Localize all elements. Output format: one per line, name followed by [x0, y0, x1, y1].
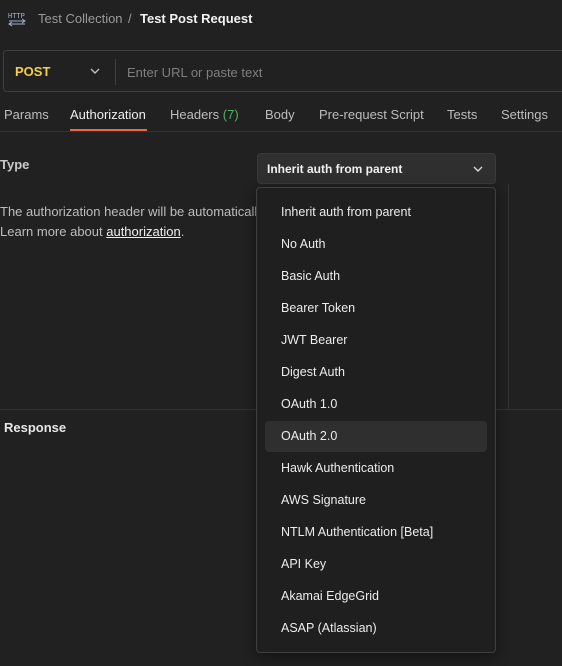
dropdown-item-hawk-authentication[interactable]: Hawk Authentication: [265, 453, 487, 484]
dropdown-item-digest-auth[interactable]: Digest Auth: [265, 357, 487, 388]
dropdown-item-inherit-auth[interactable]: Inherit auth from parent: [265, 197, 487, 228]
response-title: Response: [4, 420, 67, 435]
tab-tests[interactable]: Tests: [447, 107, 477, 122]
dropdown-item-label: Basic Auth: [281, 269, 341, 283]
dropdown-item-asap-atlassian[interactable]: ASAP (Atlassian): [265, 613, 487, 644]
tab-headers-label: Headers: [170, 107, 220, 122]
dropdown-item-basic-auth[interactable]: Basic Auth: [265, 261, 487, 292]
dropdown-item-oauth-2[interactable]: OAuth 2.0: [265, 421, 487, 452]
dropdown-item-label: No Auth: [281, 237, 326, 251]
dropdown-item-no-auth[interactable]: No Auth: [265, 229, 487, 260]
dropdown-item-label: JWT Bearer: [281, 333, 348, 347]
dropdown-item-label: Akamai EdgeGrid: [281, 589, 379, 603]
request-tabs: Params Authorization Headers (7) Body Pr…: [0, 104, 562, 132]
dropdown-item-label: OAuth 1.0: [281, 397, 338, 411]
chevron-down-icon[interactable]: [90, 66, 100, 76]
auth-type-label: Type: [0, 157, 30, 172]
pane-vertical-divider: [508, 184, 509, 410]
auth-description-line1: The authorization header will be automat…: [0, 204, 258, 219]
method-select[interactable]: POST: [15, 64, 50, 79]
learn-more-prefix: Learn more about: [0, 224, 107, 239]
headers-count-badge: (7): [222, 107, 239, 122]
dropdown-item-bearer-token[interactable]: Bearer Token: [265, 293, 487, 324]
tabs-divider: [0, 131, 562, 132]
dropdown-item-label: Inherit auth from parent: [281, 205, 411, 219]
dropdown-item-label: Digest Auth: [281, 365, 345, 379]
dropdown-item-jwt-bearer[interactable]: JWT Bearer: [265, 325, 487, 356]
app-root: HTTP Test Collection / Test Post Request…: [0, 0, 562, 666]
dropdown-item-oauth-1[interactable]: OAuth 1.0: [265, 389, 487, 420]
tab-params[interactable]: Params: [4, 107, 49, 122]
breadcrumb-request-title[interactable]: Test Post Request: [140, 11, 252, 26]
tab-authorization[interactable]: Authorization: [70, 107, 146, 122]
learn-more-suffix: .: [180, 224, 185, 239]
tab-settings[interactable]: Settings: [501, 107, 548, 122]
authorization-docs-link[interactable]: authorization: [106, 224, 180, 239]
auth-description: The authorization header will be automat…: [0, 202, 258, 242]
auth-description-line2: Learn more about authorization.: [0, 222, 258, 242]
url-input[interactable]: [127, 60, 547, 84]
auth-type-dropdown: Inherit auth from parent No Auth Basic A…: [256, 187, 496, 653]
dropdown-item-akamai-edgegrid[interactable]: Akamai EdgeGrid: [265, 581, 487, 612]
dropdown-item-label: NTLM Authentication [Beta]: [281, 525, 434, 539]
request-header: HTTP Test Collection / Test Post Request: [0, 0, 562, 38]
dropdown-item-api-key[interactable]: API Key: [265, 549, 487, 580]
url-bar: POST: [3, 50, 562, 92]
url-divider: [115, 59, 116, 85]
dropdown-item-aws-signature[interactable]: AWS Signature: [265, 485, 487, 516]
tab-pre-request-script[interactable]: Pre-request Script: [319, 107, 424, 122]
dropdown-item-label: OAuth 2.0: [281, 429, 338, 443]
dropdown-item-label: ASAP (Atlassian): [281, 621, 377, 635]
dropdown-item-label: Hawk Authentication: [281, 461, 395, 475]
chevron-down-icon: [473, 166, 483, 172]
breadcrumb-separator: /: [128, 11, 132, 26]
dropdown-item-label: AWS Signature: [281, 493, 366, 507]
tab-headers[interactable]: Headers (7): [170, 107, 239, 122]
tab-body[interactable]: Body: [265, 107, 295, 122]
dropdown-item-label: API Key: [281, 557, 327, 571]
auth-type-selected-value: Inherit auth from parent: [267, 162, 403, 176]
auth-type-select[interactable]: Inherit auth from parent: [257, 153, 496, 184]
dropdown-item-ntlm-authentication[interactable]: NTLM Authentication [Beta]: [265, 517, 487, 548]
http-icon: HTTP: [8, 12, 26, 27]
breadcrumb-collection[interactable]: Test Collection: [38, 11, 123, 26]
dropdown-item-label: Bearer Token: [281, 301, 356, 315]
